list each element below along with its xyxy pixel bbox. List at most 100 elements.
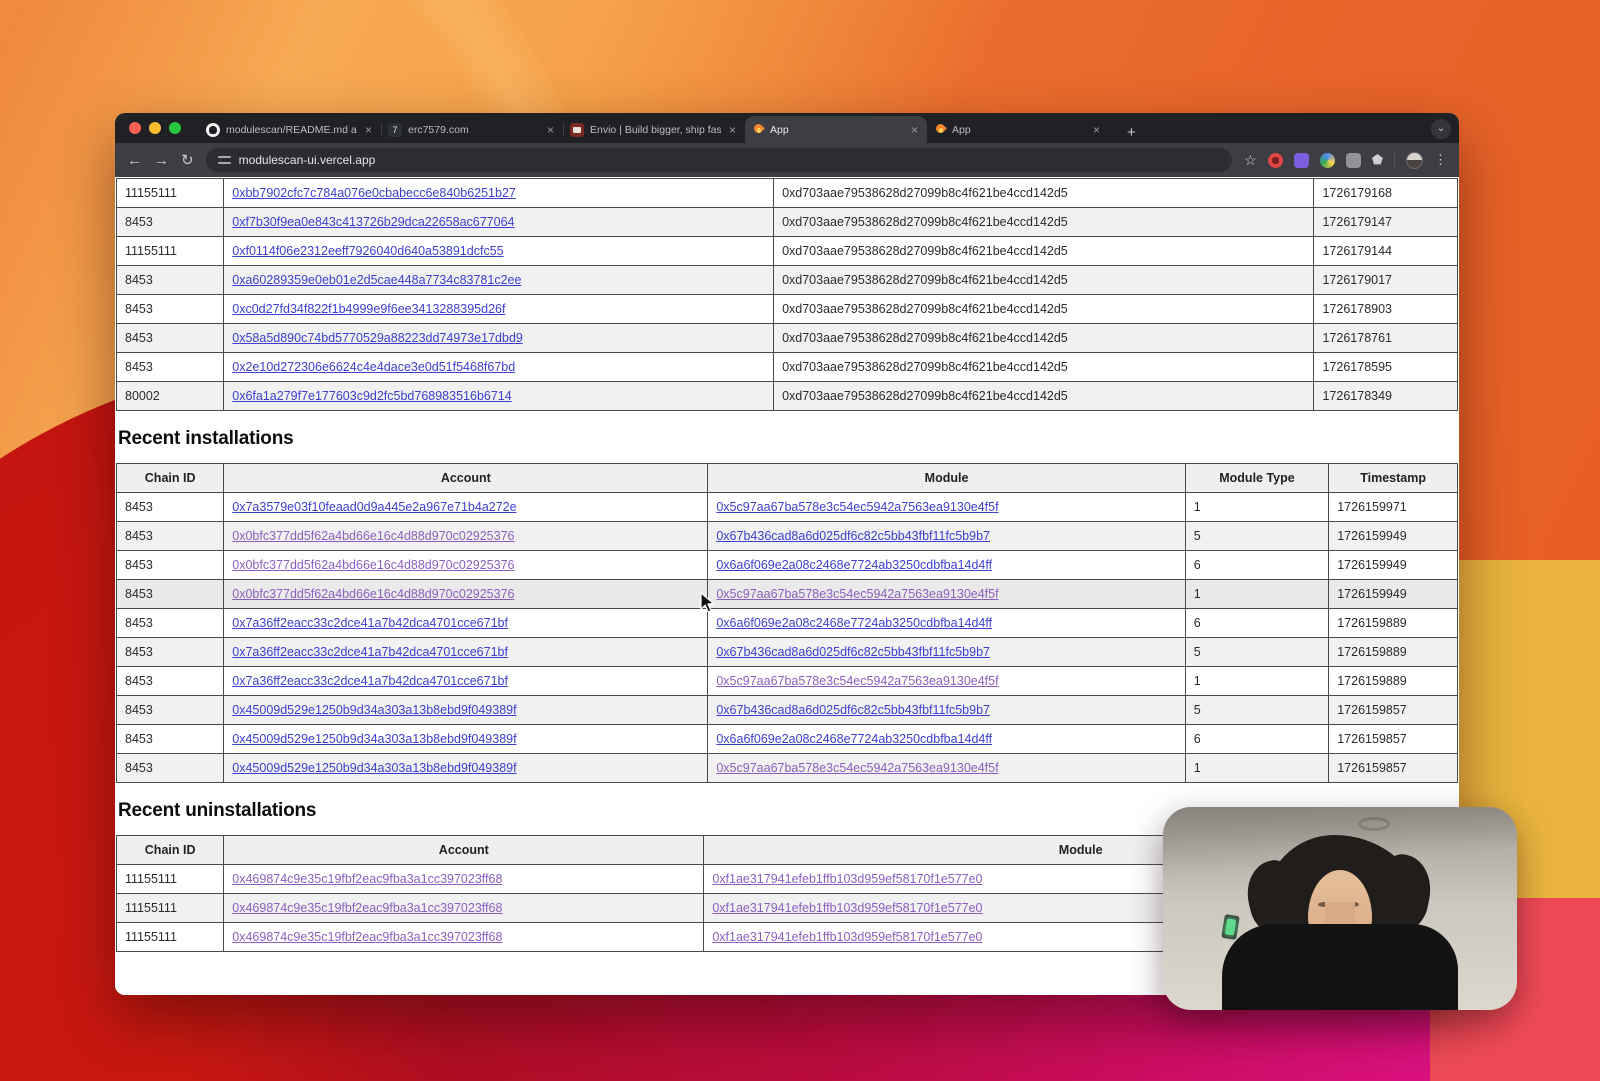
forward-icon[interactable]: → xyxy=(154,153,169,168)
timestamp-cell: 1726159949 xyxy=(1329,580,1458,609)
module-type-cell: 5 xyxy=(1185,522,1328,551)
column-header-timestamp: Timestamp xyxy=(1329,464,1458,493)
account-link[interactable]: 0x0bfc377dd5f62a4bd66e16c4d88d970c029253… xyxy=(232,529,514,543)
module-link[interactable]: 0xf1ae317941efeb1ffb103d959ef58170f1e577… xyxy=(712,901,982,915)
account-link[interactable]: 0x58a5d890c74bd5770529a88223dd74973e17db… xyxy=(232,331,523,345)
module-link[interactable]: 0x67b436cad8a6d025df6c82c5bb43fbf11fc5b9… xyxy=(716,645,990,659)
module-link-cell: 0x5c97aa67ba578e3c54ec5942a7563ea9130e4f… xyxy=(708,493,1185,522)
module-type-cell: 6 xyxy=(1185,551,1328,580)
extension-purple-icon[interactable] xyxy=(1294,153,1309,168)
tab-close-icon[interactable]: × xyxy=(727,123,738,137)
account-link[interactable]: 0xf0114f06e2312eeff7926040d640a53891dcfc… xyxy=(232,244,503,258)
column-header-module: Module xyxy=(708,464,1185,493)
tab-search-chevron-icon[interactable]: ⌄ xyxy=(1431,119,1451,139)
account-link[interactable]: 0x469874c9e35c19fbf2eac9fba3a1cc397023ff… xyxy=(232,901,502,915)
tab-close-icon[interactable]: × xyxy=(1091,123,1102,137)
account-link[interactable]: 0x469874c9e35c19fbf2eac9fba3a1cc397023ff… xyxy=(232,872,502,886)
account-link[interactable]: 0x0bfc377dd5f62a4bd66e16c4d88d970c029253… xyxy=(232,587,514,601)
extension-pinwheel-icon[interactable] xyxy=(1320,153,1335,168)
github-icon xyxy=(206,123,220,137)
account-link[interactable]: 0x0bfc377dd5f62a4bd66e16c4d88d970c029253… xyxy=(232,558,514,572)
tab-close-icon[interactable]: × xyxy=(363,123,374,137)
reload-icon[interactable]: ↻ xyxy=(181,153,194,168)
account-link-cell: 0x0bfc377dd5f62a4bd66e16c4d88d970c029253… xyxy=(224,551,708,580)
account-link[interactable]: 0x45009d529e1250b9d34a303a13b8ebd9f04938… xyxy=(232,703,516,717)
tab-app[interactable]: App× xyxy=(745,116,927,143)
account-link[interactable]: 0x7a36ff2eacc33c2dce41a7b42dca4701cce671… xyxy=(232,616,508,630)
account-link[interactable]: 0x469874c9e35c19fbf2eac9fba3a1cc397023ff… xyxy=(232,930,502,944)
module-link[interactable]: 0x5c97aa67ba578e3c54ec5942a7563ea9130e4f… xyxy=(716,500,998,514)
minimize-window-button[interactable] xyxy=(149,122,161,134)
chain-id-cell: 8453 xyxy=(117,295,224,324)
module-link[interactable]: 0x6a6f069e2a08c2468e7724ab3250cdbfba14d4… xyxy=(716,732,992,746)
module-link[interactable]: 0x67b436cad8a6d025df6c82c5bb43fbf11fc5b9… xyxy=(716,529,990,543)
extensions-puzzle-icon[interactable]: ⬟ xyxy=(1372,152,1383,168)
account-link[interactable]: 0x2e10d272306e6624c4e4dace3e0d51f5468f67… xyxy=(232,360,515,374)
close-window-button[interactable] xyxy=(129,122,141,134)
extension-gray-icon[interactable] xyxy=(1346,153,1361,168)
table-row: 8453 0x7a3579e03f10feaad0d9a445e2a967e71b… xyxy=(117,493,1458,522)
table-row: 84530x45009d529e1250b9d34a303a13b8ebd9f0… xyxy=(117,725,1458,754)
chain-id-cell: 8453 xyxy=(117,754,224,783)
table-row: 8453 0x2e10d272306e6624c4e4dace3e0d51f546… xyxy=(117,353,1458,382)
module-link[interactable]: 0x5c97aa67ba578e3c54ec5942a7563ea9130e4f… xyxy=(716,761,998,775)
account-link[interactable]: 0x45009d529e1250b9d34a303a13b8ebd9f04938… xyxy=(232,761,516,775)
account-link[interactable]: 0xbb7902cfc7c784a076e0cbabecc6e840b6251b… xyxy=(232,186,516,200)
table-row: 111551110xf0114f06e2312eeff7926040d640a5… xyxy=(117,237,1458,266)
bookmark-star-icon[interactable]: ☆ xyxy=(1244,152,1257,169)
module-link[interactable]: 0xf1ae317941efeb1ffb103d959ef58170f1e577… xyxy=(712,930,982,944)
chain-id-cell: 8453 xyxy=(117,324,224,353)
recent-installations-heading: Recent installations xyxy=(118,428,1458,450)
module-type-cell: 1 xyxy=(1185,667,1328,696)
webcam-wall-switch xyxy=(1221,914,1240,940)
module-link[interactable]: 0xf1ae317941efeb1ffb103d959ef58170f1e577… xyxy=(712,872,982,886)
timestamp-cell: 1726159949 xyxy=(1329,551,1458,580)
chain-id-cell: 8453 xyxy=(117,353,224,382)
account-link-cell: 0x0bfc377dd5f62a4bd66e16c4d88d970c029253… xyxy=(224,580,708,609)
account-link[interactable]: 0x7a36ff2eacc33c2dce41a7b42dca4701cce671… xyxy=(232,674,508,688)
tab-label: erc7579.com xyxy=(408,124,539,136)
chain-id-cell: 11155111 xyxy=(117,923,224,952)
extension-record-icon[interactable] xyxy=(1268,153,1283,168)
tab-envio-build-bigger-ship-[interactable]: Envio | Build bigger, ship fast× xyxy=(563,116,745,143)
table-row: 84530x7a36ff2eacc33c2dce41a7b42dca4701cc… xyxy=(117,609,1458,638)
chain-id-cell: 80002 xyxy=(117,382,224,411)
account-link-cell: 0xc0d27fd34f822f1b4999e9f6ee3413288395d2… xyxy=(224,295,774,324)
tab-close-icon[interactable]: × xyxy=(909,123,920,137)
chain-id-cell: 8453 xyxy=(117,493,224,522)
module-link[interactable]: 0x6a6f069e2a08c2468e7724ab3250cdbfba14d4… xyxy=(716,558,992,572)
mouse-cursor xyxy=(700,592,717,614)
account-link[interactable]: 0xa60289359e0eb01e2d5cae448a7734c83781c2… xyxy=(232,273,521,287)
tab-erc7579-com[interactable]: erc7579.com × xyxy=(381,116,563,143)
new-tab-button[interactable]: + xyxy=(1121,124,1142,143)
account-link-cell: 0xf7b30f9ea0e843c413726b29dca22658ac6770… xyxy=(224,208,774,237)
account-link[interactable]: 0xc0d27fd34f822f1b4999e9f6ee3413288395d2… xyxy=(232,302,505,316)
table-row: 84530x45009d529e1250b9d34a303a13b8ebd9f0… xyxy=(117,696,1458,725)
table-row: 84530xa60289359e0eb01e2d5cae448a7734c837… xyxy=(117,266,1458,295)
tab-label: modulescan/README.md at a xyxy=(226,124,357,136)
account-link[interactable]: 0x7a36ff2eacc33c2dce41a7b42dca4701cce671… xyxy=(232,645,508,659)
browser-toolbar: ← → ↻ modulescan-ui.vercel.app ☆ ⬟ ⋮ xyxy=(115,143,1459,177)
column-header-account: Account xyxy=(224,836,704,865)
chain-id-cell: 8453 xyxy=(117,551,224,580)
site-settings-icon[interactable] xyxy=(218,155,231,165)
module-link[interactable]: 0x5c97aa67ba578e3c54ec5942a7563ea9130e4f… xyxy=(716,674,998,688)
table-row: 8453 0x58a5d890c74bd5770529a88223dd74973e… xyxy=(117,324,1458,353)
account-link[interactable]: 0x7a3579e03f10feaad0d9a445e2a967e71b4a27… xyxy=(232,500,516,514)
tab-app[interactable]: App× xyxy=(927,116,1109,143)
account-link[interactable]: 0x6fa1a279f7e177603c9d2fc5bd768983516b67… xyxy=(232,389,511,403)
back-icon[interactable]: ← xyxy=(127,153,142,168)
tab-close-icon[interactable]: × xyxy=(545,123,556,137)
address-bar[interactable]: modulescan-ui.vercel.app xyxy=(206,148,1233,172)
module-link[interactable]: 0x5c97aa67ba578e3c54ec5942a7563ea9130e4f… xyxy=(716,587,998,601)
tab-modulescan-readme-md-at-[interactable]: modulescan/README.md at a × xyxy=(199,116,381,143)
menu-kebab-icon[interactable]: ⋮ xyxy=(1434,152,1447,168)
account-link[interactable]: 0xf7b30f9ea0e843c413726b29dca22658ac6770… xyxy=(232,215,514,229)
zoom-window-button[interactable] xyxy=(169,122,181,134)
account-link[interactable]: 0x45009d529e1250b9d34a303a13b8ebd9f04938… xyxy=(232,732,516,746)
profile-avatar[interactable] xyxy=(1406,152,1423,169)
module-link[interactable]: 0x6a6f069e2a08c2468e7724ab3250cdbfba14d4… xyxy=(716,616,992,630)
module-cell: 0xd703aae79538628d27099b8c4f621be4ccd142… xyxy=(774,382,1314,411)
account-link-cell: 0x7a3579e03f10feaad0d9a445e2a967e71b4a27… xyxy=(224,493,708,522)
module-link[interactable]: 0x67b436cad8a6d025df6c82c5bb43fbf11fc5b9… xyxy=(716,703,990,717)
